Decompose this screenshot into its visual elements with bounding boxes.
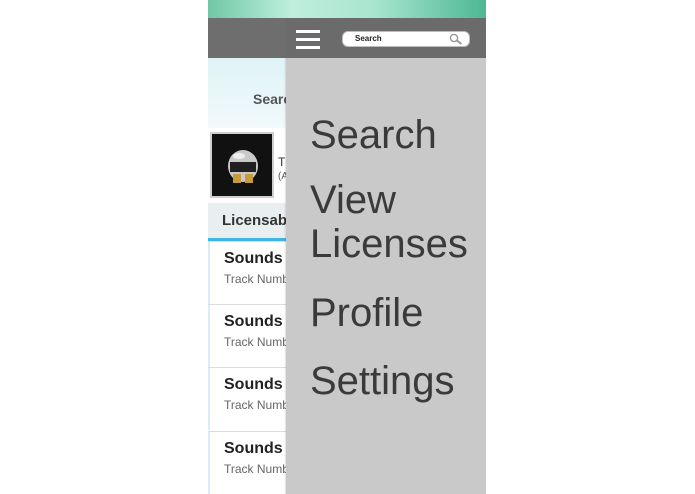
drawer-item-view[interactable]: View <box>310 178 396 222</box>
helmet-image <box>228 150 258 183</box>
list-item-accent <box>208 432 210 494</box>
list-item-accent <box>208 305 210 367</box>
list-item[interactable]: Sounds L Track Numb <box>208 304 297 367</box>
search-placeholder: Search <box>355 34 382 43</box>
hamburger-menu-icon[interactable] <box>296 30 320 50</box>
drawer-item-licenses[interactable]: Licenses <box>310 222 468 266</box>
list-item-subtitle: Track Numb <box>224 272 289 286</box>
drawer-item-search[interactable]: Search <box>310 113 437 157</box>
list-item-accent <box>208 368 210 430</box>
app-bar-left <box>208 18 286 58</box>
phone-screen: Search T (A Licensable Sounds L Track Nu… <box>208 0 486 494</box>
search-input[interactable]: Search <box>342 31 470 47</box>
album-artwork[interactable] <box>210 132 274 198</box>
list-item-subtitle: Track Numb <box>224 462 289 476</box>
drawer-item-profile[interactable]: Profile <box>310 291 423 335</box>
drawer-item-settings[interactable]: Settings <box>310 359 455 403</box>
list-item-subtitle: Track Numb <box>224 398 289 412</box>
search-icon[interactable] <box>449 33 463 45</box>
header-banner <box>208 0 486 18</box>
list-item[interactable]: Sounds L Track Numb <box>208 431 297 494</box>
list-item[interactable]: Sounds L Track Numb <box>208 367 297 430</box>
list-item-accent <box>208 242 210 304</box>
list-item[interactable]: Sounds L Track Numb <box>208 241 297 304</box>
list-item-subtitle: Track Numb <box>224 335 289 349</box>
